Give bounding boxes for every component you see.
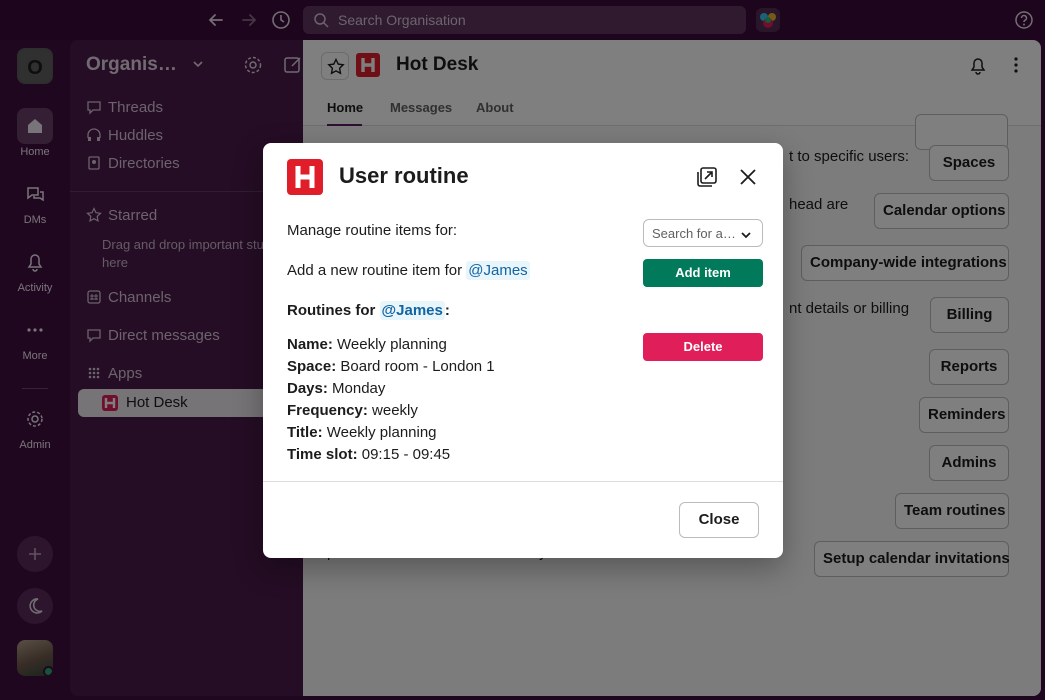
routine-time-value: 09:15 - 09:45 bbox=[361, 446, 451, 463]
chevron-down-icon bbox=[741, 232, 751, 239]
routine-time-row: Time slot: 09:15 - 09:45 bbox=[287, 446, 450, 463]
user-routine-modal: User routine Manage routine items for: S… bbox=[263, 143, 783, 558]
field-label: Days: bbox=[287, 380, 328, 397]
routines-label: Routines for bbox=[287, 302, 376, 319]
routines-heading: Routines for @James: bbox=[287, 301, 450, 320]
routine-name-value: Weekly planning bbox=[337, 336, 447, 353]
routine-title-row: Title: Weekly planning bbox=[287, 424, 437, 441]
routine-title-value: Weekly planning bbox=[326, 424, 437, 441]
delete-routine-button[interactable]: Delete bbox=[643, 333, 763, 361]
modal-footer-divider bbox=[263, 481, 783, 482]
routine-name-row: Name: Weekly planning bbox=[287, 336, 447, 353]
user-search-select[interactable]: Search for a user bbox=[643, 219, 763, 247]
field-label: Space: bbox=[287, 358, 337, 375]
field-label: Name: bbox=[287, 336, 333, 353]
close-icon[interactable] bbox=[738, 167, 758, 187]
hot-desk-logo-icon bbox=[287, 159, 323, 195]
routine-days-value: Monday bbox=[332, 380, 386, 397]
field-label: Title: bbox=[287, 424, 323, 441]
add-routine-label: Add a new routine item for bbox=[287, 262, 463, 279]
modal-title: User routine bbox=[339, 163, 469, 188]
add-routine-line: Add a new routine item for @James bbox=[287, 261, 530, 280]
add-item-button[interactable]: Add item bbox=[643, 259, 763, 287]
user-search-placeholder: Search for a user bbox=[652, 226, 736, 241]
routine-days-row: Days: Monday bbox=[287, 380, 385, 397]
field-label: Time slot: bbox=[287, 446, 358, 463]
routine-frequency-value: weekly bbox=[372, 402, 418, 419]
close-button[interactable]: Close bbox=[679, 502, 759, 538]
routines-colon: : bbox=[444, 302, 450, 319]
routine-space-row: Space: Board room - London 1 bbox=[287, 358, 495, 375]
popout-window-icon[interactable] bbox=[696, 166, 718, 188]
routine-frequency-row: Frequency: weekly bbox=[287, 402, 418, 419]
field-label: Frequency: bbox=[287, 402, 368, 419]
routine-space-value: Board room - London 1 bbox=[340, 358, 495, 375]
user-mention[interactable]: @James bbox=[379, 301, 445, 320]
manage-label: Manage routine items for: bbox=[287, 222, 458, 239]
user-mention[interactable]: @James bbox=[466, 261, 530, 280]
